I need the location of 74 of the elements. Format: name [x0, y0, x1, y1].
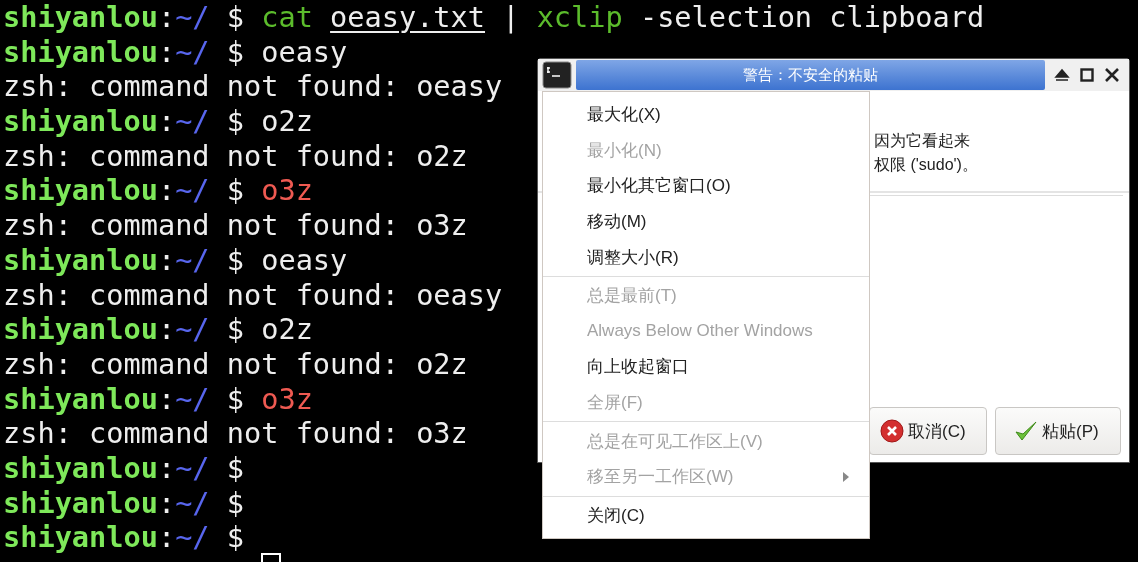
command-text: oeasy.txt	[330, 0, 485, 35]
menu-item[interactable]: 关闭(C)	[543, 497, 869, 534]
prompt-path: ~/	[175, 242, 210, 278]
prompt-separator: :	[157, 312, 176, 347]
prompt-separator: :	[157, 34, 176, 70]
output-line: zsh: command not found: o3z	[3, 208, 468, 243]
command-text: o2z	[261, 104, 313, 139]
prompt-user: shiyanlou	[3, 381, 158, 417]
prompt-separator: :	[157, 520, 176, 555]
command-text: xclip	[536, 0, 623, 35]
command-text: oeasy	[261, 34, 348, 70]
prompt-user: shiyanlou	[3, 0, 158, 35]
prompt-path: ~/	[175, 34, 210, 70]
maximize-icon[interactable]	[1078, 66, 1096, 84]
message-text: 权限 ('sudo')。	[874, 155, 978, 175]
prompt-path: ~/	[175, 173, 210, 209]
command-text: cat	[261, 0, 313, 35]
command-text: -selection clipboard	[639, 0, 985, 35]
prompt-symbol: $	[226, 450, 244, 486]
prompt-symbol: $	[226, 34, 244, 70]
prompt-symbol: $	[226, 0, 244, 35]
window-title: 警告：不安全的粘贴	[576, 60, 1045, 90]
prompt-user: shiyanlou	[3, 312, 158, 347]
prompt-user: shiyanlou	[3, 450, 158, 486]
prompt-separator: :	[157, 104, 176, 139]
shade-icon[interactable]	[1053, 66, 1071, 84]
prompt-user: shiyanlou	[3, 485, 158, 521]
close-icon[interactable]	[1103, 66, 1121, 84]
prompt-separator: :	[157, 381, 176, 417]
menu-item[interactable]: 最小化其它窗口(O)	[543, 168, 869, 204]
output-line: zsh: command not found: o2z	[3, 346, 468, 382]
cancel-icon	[880, 419, 904, 443]
terminal-icon	[542, 61, 572, 89]
prompt-symbol: $	[226, 173, 244, 209]
prompt-separator: :	[157, 173, 176, 209]
prompt-path: ~/	[175, 312, 210, 347]
output-line: zsh: command not found: oeasy	[3, 69, 503, 105]
command-text: o3z	[261, 173, 313, 209]
command-text: |	[502, 0, 520, 35]
menu-item[interactable]: 最大化(X)	[543, 97, 869, 133]
output-line: zsh: command not found: o3z	[3, 416, 468, 451]
prompt-symbol: $	[226, 381, 244, 417]
prompt-separator: :	[157, 0, 176, 35]
prompt-symbol: $	[226, 485, 244, 521]
command-text: oeasy	[261, 242, 348, 278]
paste-button[interactable]: 粘贴(P)	[995, 407, 1121, 455]
prompt-separator: :	[157, 242, 176, 278]
prompt-user: shiyanlou	[3, 104, 158, 139]
prompt-symbol: $	[226, 312, 244, 347]
command-text: o2z	[261, 312, 313, 347]
prompt-path: ~/	[175, 381, 210, 417]
prompt-path: ~/	[175, 450, 210, 486]
prompt-symbol: $	[226, 104, 244, 139]
prompt-user: shiyanlou	[3, 173, 158, 209]
prompt-path: ~/	[175, 104, 210, 139]
menu-item[interactable]: 移动(M)	[543, 203, 869, 240]
prompt-user: shiyanlou	[3, 242, 158, 278]
message-text: 因为它看起来	[874, 131, 970, 151]
menu-item[interactable]: 调整大小(R)	[543, 239, 869, 275]
prompt-separator: :	[157, 485, 176, 521]
cancel-button[interactable]: 取消(C)	[869, 407, 987, 455]
output-line: zsh: command not found: o2z	[3, 138, 468, 174]
prompt-path: ~/	[175, 520, 210, 555]
output-line: zsh: command not found: oeasy	[3, 277, 503, 313]
prompt-separator: :	[157, 450, 176, 486]
prompt-user: shiyanlou	[3, 520, 158, 555]
prompt-symbol: $	[226, 242, 244, 278]
checkmark-icon	[1014, 419, 1038, 443]
menu-item[interactable]: 向上收起窗口	[543, 349, 869, 385]
prompt-user: shiyanlou	[3, 34, 158, 70]
prompt-path: ~/	[175, 0, 210, 35]
prompt-symbol: $	[226, 520, 244, 555]
prompt-path: ~/	[175, 485, 210, 521]
command-text: o3z	[261, 381, 313, 417]
